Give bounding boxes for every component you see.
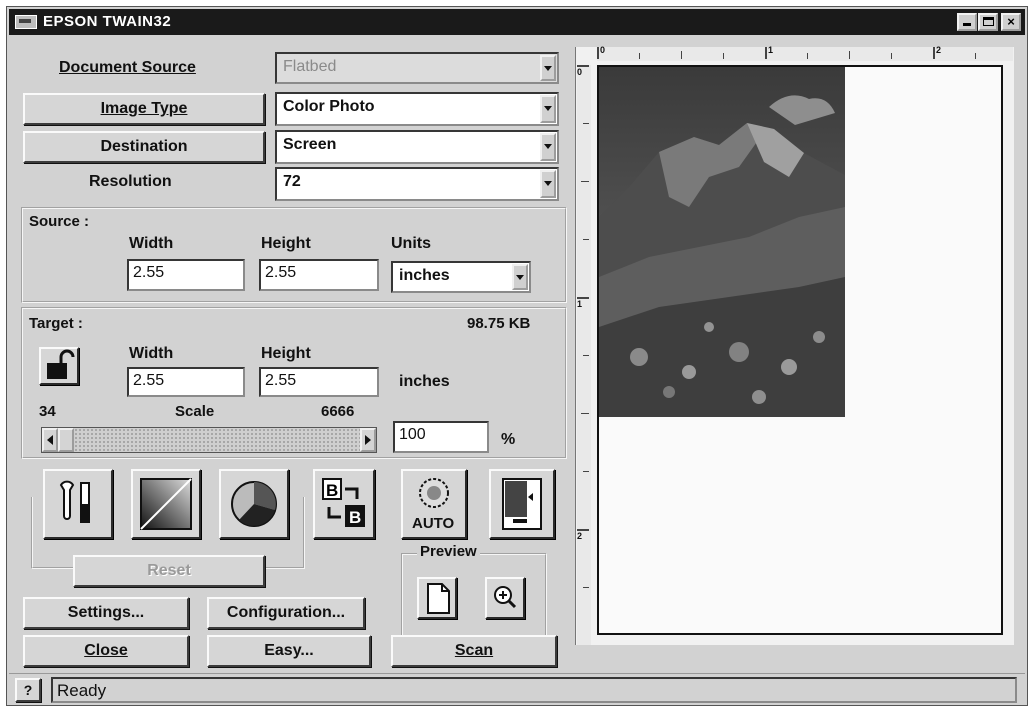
- chevron-down-icon: [540, 95, 556, 123]
- status-field: Ready: [51, 677, 1017, 703]
- svg-text:B: B: [349, 508, 361, 527]
- target-file-size: 98.75 KB: [467, 315, 531, 332]
- lock-icon: [47, 349, 75, 379]
- resolution-value: 72: [283, 173, 301, 190]
- preview-title: Preview: [417, 543, 480, 560]
- document-source-label: Document Source: [59, 59, 196, 76]
- auto-exposure-button[interactable]: AUTO: [401, 469, 467, 539]
- scale-value-field[interactable]: 100: [393, 421, 489, 453]
- resolution-label: Resolution: [89, 173, 172, 190]
- ruler-top-label-0: 0: [600, 45, 606, 55]
- arrow-left-icon: [47, 435, 53, 445]
- page-icon: [427, 583, 450, 614]
- preview-canvas[interactable]: [597, 65, 1003, 635]
- resolution-select[interactable]: 72: [275, 167, 559, 201]
- destination-value: Screen: [283, 136, 337, 153]
- scale-min-label: 34: [39, 403, 56, 420]
- image-type-select[interactable]: Color Photo: [275, 92, 559, 126]
- scale-label: Scale: [175, 403, 215, 420]
- preview-full-button[interactable]: [417, 577, 457, 619]
- tools-button[interactable]: [43, 469, 113, 539]
- image-type-value: Color Photo: [283, 98, 375, 115]
- zoom-in-icon: [494, 586, 517, 609]
- epson-twain-window: EPSON TWAIN32 × Document Source Flatbed …: [6, 6, 1028, 706]
- document-source-select[interactable]: Flatbed: [275, 52, 559, 84]
- b-to-b-icon: B B: [322, 478, 365, 527]
- scanner-app-icon: [15, 15, 37, 29]
- close-window-button[interactable]: ×: [1001, 13, 1021, 31]
- arrow-right-icon: [365, 435, 371, 445]
- target-height-label: Height: [261, 345, 311, 362]
- reset-button[interactable]: Reset: [73, 555, 265, 587]
- ruler-top: 0 1 2: [597, 45, 1013, 61]
- status-bar: ? Ready: [9, 673, 1025, 705]
- scale-slider[interactable]: [41, 427, 377, 453]
- slider-right-arrow[interactable]: [360, 428, 376, 452]
- svg-text:B: B: [326, 481, 338, 500]
- configuration-button[interactable]: Configuration...: [207, 597, 365, 629]
- slider-left-arrow[interactable]: [42, 428, 58, 452]
- ruler-left-label-1: 1: [577, 299, 583, 309]
- auto-exposure-icon: [419, 478, 449, 508]
- easy-button[interactable]: Easy...: [207, 635, 371, 667]
- tone-curve-icon: [140, 478, 192, 530]
- target-units-label: inches: [399, 373, 450, 390]
- ruler-top-label-2: 2: [936, 45, 942, 55]
- ruler-top-label-1: 1: [768, 45, 774, 55]
- source-height-field[interactable]: 2.55: [259, 259, 379, 291]
- lock-aspect-button[interactable]: [39, 347, 79, 385]
- document-source-value: Flatbed: [283, 58, 337, 75]
- target-title: Target :: [29, 315, 83, 332]
- source-height-label: Height: [261, 235, 311, 252]
- chevron-down-icon: [540, 55, 556, 81]
- wrench-screwdriver-icon: [59, 480, 90, 523]
- source-width-field[interactable]: 2.55: [127, 259, 245, 291]
- target-width-label: Width: [129, 345, 174, 362]
- title-bar: EPSON TWAIN32 ×: [9, 9, 1025, 35]
- ruler-left: 0 1 2: [577, 65, 591, 645]
- chevron-down-icon: [540, 170, 556, 198]
- color-pie-icon: [231, 481, 277, 527]
- close-button[interactable]: Close: [23, 635, 189, 667]
- color-adjust-button[interactable]: [219, 469, 289, 539]
- help-button[interactable]: ?: [15, 678, 41, 702]
- scale-max-label: 6666: [321, 403, 355, 420]
- auto-label: AUTO: [412, 515, 455, 532]
- ruler-left-label-2: 2: [577, 531, 583, 541]
- percent-label: %: [501, 431, 516, 448]
- units-value: inches: [399, 267, 450, 284]
- settings-button[interactable]: Settings...: [23, 597, 189, 629]
- preview-mountain-image[interactable]: [599, 67, 845, 417]
- status-text: Ready: [57, 681, 107, 700]
- filter-button[interactable]: B B: [313, 469, 375, 539]
- target-height-field[interactable]: 2.55: [259, 367, 379, 397]
- source-title: Source :: [29, 213, 90, 230]
- image-controls-button[interactable]: [489, 469, 555, 539]
- units-select[interactable]: inches: [391, 261, 531, 293]
- target-width-field[interactable]: 2.55: [127, 367, 245, 397]
- minimize-button[interactable]: [957, 13, 977, 31]
- units-label: Units: [391, 235, 431, 252]
- maximize-button[interactable]: [978, 13, 998, 31]
- window-title: EPSON TWAIN32: [43, 13, 172, 30]
- scale-slider-thumb[interactable]: [58, 428, 74, 452]
- ruler-left-label-0: 0: [577, 67, 583, 77]
- destination-button[interactable]: Destination: [23, 131, 265, 163]
- minimize-icon: [963, 23, 971, 26]
- scan-button[interactable]: Scan: [391, 635, 557, 667]
- zoom-preview-button[interactable]: [485, 577, 525, 619]
- tone-correction-button[interactable]: [131, 469, 201, 539]
- document-panel-icon: [502, 478, 542, 530]
- source-width-label: Width: [129, 235, 174, 252]
- chevron-down-icon: [512, 264, 528, 290]
- image-type-button[interactable]: Image Type: [23, 93, 265, 125]
- chevron-down-icon: [540, 133, 556, 161]
- destination-select[interactable]: Screen: [275, 130, 559, 164]
- maximize-icon: [983, 17, 994, 26]
- close-icon: ×: [1007, 14, 1015, 29]
